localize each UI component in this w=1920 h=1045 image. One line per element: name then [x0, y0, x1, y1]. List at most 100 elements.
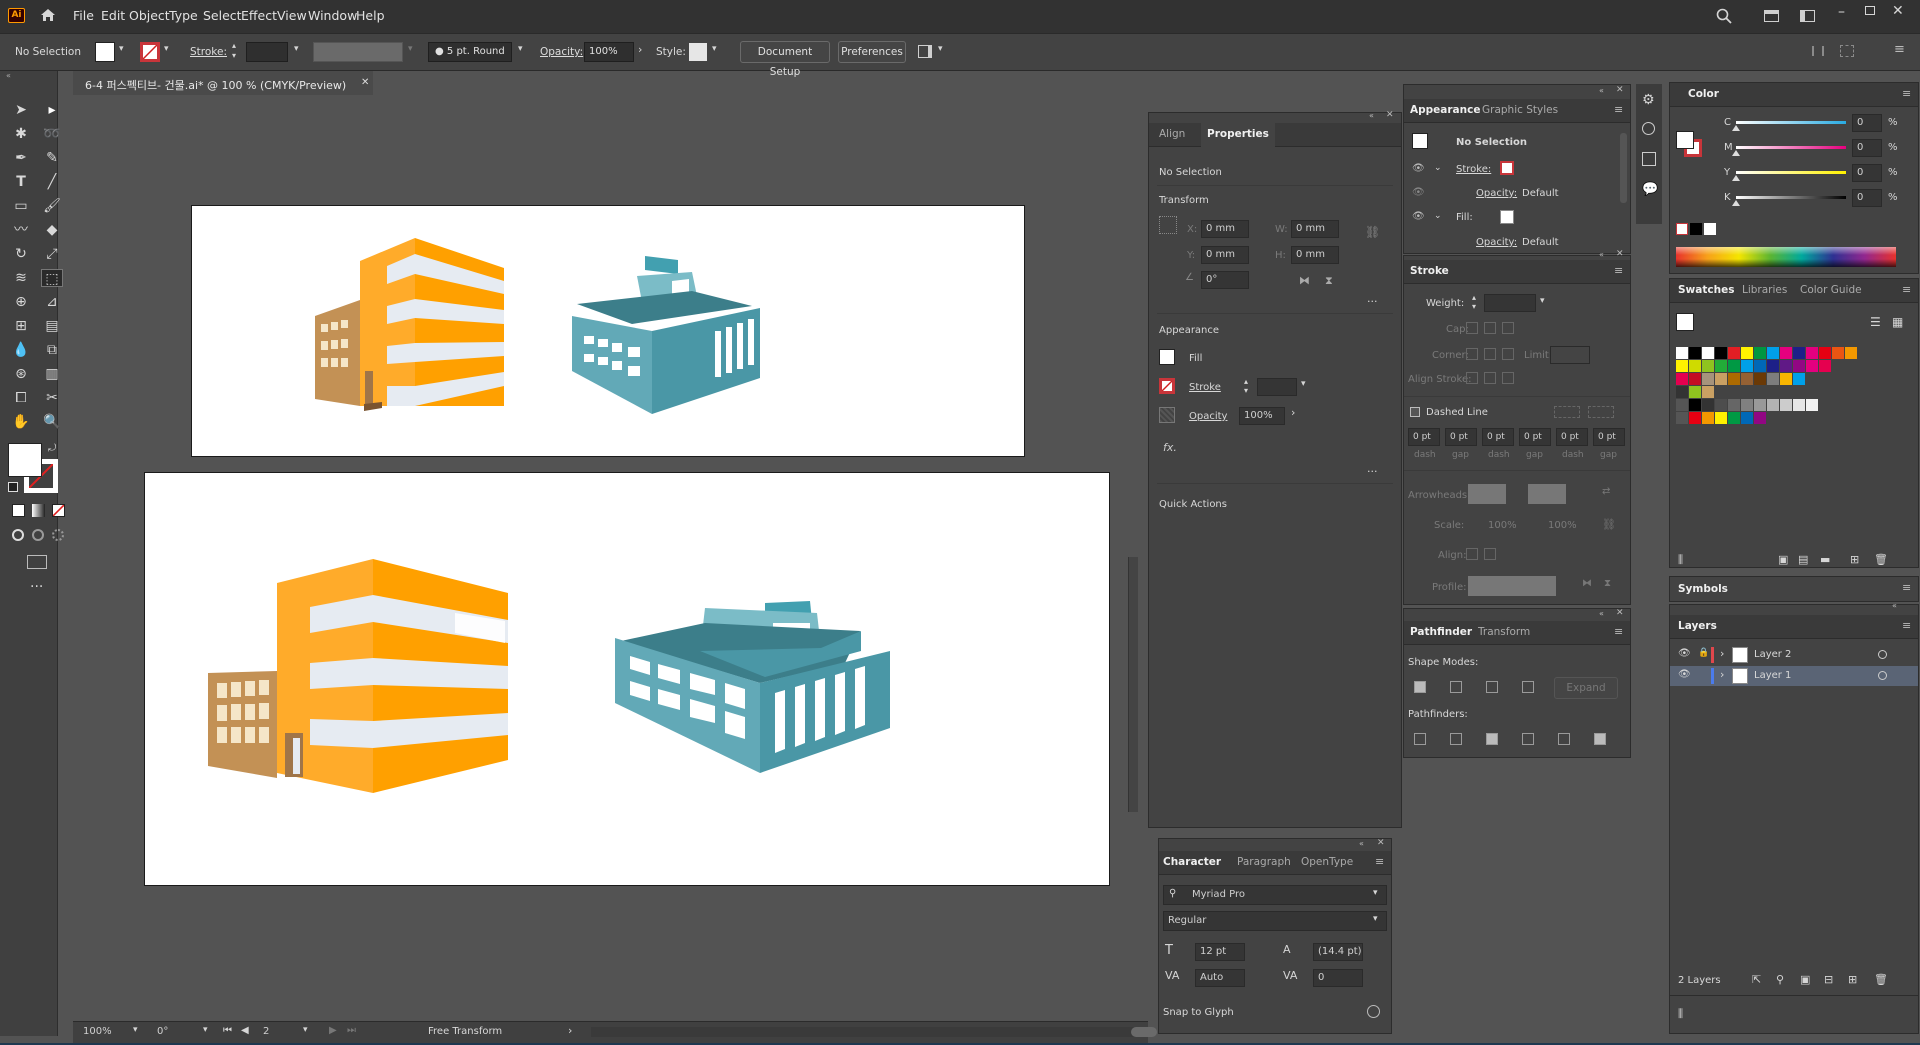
chevron-down-icon[interactable]: ▾ — [1540, 296, 1545, 306]
info-icon[interactable] — [1642, 122, 1655, 135]
home-icon[interactable] — [40, 8, 56, 22]
layer-name[interactable]: Layer 2 — [1754, 649, 1791, 660]
info-icon[interactable] — [1367, 1005, 1380, 1018]
slider-handle[interactable] — [1732, 150, 1740, 156]
collapse-panel-icon[interactable]: « — [1599, 250, 1604, 259]
weight-field[interactable] — [1484, 294, 1536, 312]
maximize-button[interactable] — [1865, 6, 1875, 15]
artboard-2[interactable] — [144, 472, 1110, 886]
eraser-tool-icon[interactable]: ◆ — [41, 221, 63, 239]
tab-properties[interactable]: Properties — [1201, 123, 1275, 147]
channel-value-field[interactable]: 0 — [1852, 114, 1882, 132]
color-swatch[interactable] — [1715, 412, 1727, 424]
tab-align[interactable]: Align — [1159, 128, 1185, 140]
eye-icon[interactable]: 👁 — [1412, 187, 1425, 198]
tab-appearance[interactable]: Appearance — [1410, 104, 1480, 116]
swatch-options-icon[interactable]: ▤ — [1798, 553, 1808, 566]
color-swatch[interactable] — [1676, 373, 1688, 385]
channel-slider[interactable] — [1736, 146, 1846, 149]
align-dash-icon[interactable] — [1588, 406, 1614, 418]
outline-icon[interactable] — [1558, 733, 1570, 745]
stroke-weight-field[interactable] — [246, 42, 288, 62]
color-swatch[interactable] — [1741, 412, 1753, 424]
blue-building-large[interactable] — [145, 473, 1111, 887]
tab-libraries[interactable]: Libraries — [1742, 284, 1787, 296]
tab-swatches[interactable]: Swatches — [1678, 284, 1734, 296]
color-swatch[interactable] — [1832, 347, 1844, 359]
color-swatch[interactable] — [1754, 373, 1766, 385]
appearance-stroke-label[interactable]: Stroke: — [1456, 164, 1491, 175]
color-swatch[interactable] — [1845, 347, 1857, 359]
color-swatch[interactable] — [1702, 360, 1714, 372]
color-swatch[interactable] — [1767, 399, 1779, 411]
selection-tool-icon[interactable]: ➤ — [10, 101, 32, 119]
close-panel-icon[interactable]: ✕ — [1616, 608, 1624, 618]
unite-icon[interactable] — [1414, 681, 1426, 693]
color-swatch[interactable] — [1793, 347, 1805, 359]
scrollbar[interactable] — [1620, 133, 1627, 203]
color-swatch[interactable] — [1767, 347, 1779, 359]
channel-slider[interactable] — [1736, 196, 1846, 199]
exclude-icon[interactable] — [1522, 681, 1534, 693]
color-swatch[interactable] — [1767, 373, 1779, 385]
paintbrush-tool-icon[interactable]: 🖌 — [41, 197, 63, 215]
end-arrowhead-select[interactable] — [1528, 484, 1566, 504]
color-swatch[interactable] — [1793, 360, 1805, 372]
color-swatch[interactable] — [1676, 412, 1688, 424]
color-swatch[interactable] — [1741, 399, 1753, 411]
color-swatch[interactable] — [1793, 399, 1805, 411]
appearance-fill-swatch[interactable] — [1500, 210, 1514, 224]
chevron-down-icon[interactable]: ⌄ — [1434, 163, 1442, 173]
graphic-style-swatch[interactable] — [689, 43, 707, 61]
mesh-tool-icon[interactable]: ⊞ — [10, 317, 32, 335]
color-swatch[interactable] — [1806, 399, 1818, 411]
first-artboard-icon[interactable]: ⏮ — [223, 1025, 232, 1036]
scale-tool-icon[interactable]: ⤢ — [41, 245, 63, 263]
eye-icon[interactable]: 👁 — [1412, 163, 1425, 174]
arrow-tip-icon[interactable] — [1466, 548, 1478, 560]
minimize-button[interactable]: – — [1838, 4, 1850, 20]
rotate-tool-icon[interactable]: ↻ — [10, 245, 32, 263]
bevel-join-icon[interactable] — [1502, 348, 1514, 360]
color-swatch[interactable] — [1728, 373, 1740, 385]
tab-opentype[interactable]: OpenType — [1301, 856, 1353, 868]
search-icon[interactable]: ⚲ — [1169, 888, 1176, 899]
tab-transform[interactable]: Transform — [1478, 626, 1530, 638]
column-graph-tool-icon[interactable]: ▥ — [41, 365, 63, 383]
new-swatch-icon[interactable]: ⊞ — [1850, 553, 1859, 566]
color-fill-swatch[interactable] — [1676, 131, 1694, 149]
opacity-label[interactable]: Opacity — [1189, 411, 1227, 422]
curvature-tool-icon[interactable]: ✎ — [41, 149, 63, 167]
last-artboard-icon[interactable]: ⏭ — [347, 1025, 356, 1036]
color-swatch[interactable] — [1806, 360, 1818, 372]
opacity-field[interactable]: 100% — [584, 42, 634, 62]
chevron-down-icon[interactable]: ▾ — [1301, 379, 1306, 389]
layer-row[interactable]: 👁 🔒 › Layer 2 — [1670, 645, 1918, 665]
crop-icon[interactable] — [1522, 733, 1534, 745]
horizontal-scrollbar[interactable] — [591, 1027, 1157, 1037]
miter-join-icon[interactable] — [1466, 348, 1478, 360]
limit-field[interactable] — [1550, 346, 1590, 364]
slider-handle[interactable] — [1732, 200, 1740, 206]
color-swatch[interactable] — [1676, 347, 1688, 359]
projecting-cap-icon[interactable] — [1502, 322, 1514, 334]
swatch-fill-thumbnail[interactable] — [1676, 313, 1694, 331]
close-panel-icon[interactable]: ✕ — [1616, 249, 1624, 259]
previous-artboard-icon[interactable]: ◀ — [241, 1025, 249, 1036]
y-field[interactable]: 0 mm — [1201, 246, 1249, 264]
link-scale-icon[interactable]: ⛓ — [1602, 518, 1616, 531]
rotate-view-field[interactable]: 0° — [153, 1024, 203, 1042]
gap-2-field[interactable]: 0 pt — [1519, 428, 1551, 446]
constrain-proportions-icon[interactable]: ⛓ — [1365, 225, 1380, 239]
swatch-libraries-icon[interactable]: ⫼ — [1678, 553, 1683, 567]
color-swatch[interactable] — [1689, 347, 1701, 359]
leading-field[interactable]: (14.4 pt) — [1313, 943, 1363, 961]
color-swatch[interactable] — [1780, 347, 1792, 359]
tab-color[interactable]: Color — [1688, 88, 1719, 100]
layer-name[interactable]: Layer 1 — [1754, 670, 1791, 681]
tab-stroke[interactable]: Stroke — [1410, 265, 1449, 277]
direct-selection-tool-icon[interactable]: ▸ — [41, 101, 63, 119]
panel-menu-icon[interactable]: ≡ — [1894, 42, 1905, 57]
tab-layers[interactable]: Layers — [1678, 620, 1717, 632]
color-swatch[interactable] — [1702, 386, 1714, 398]
